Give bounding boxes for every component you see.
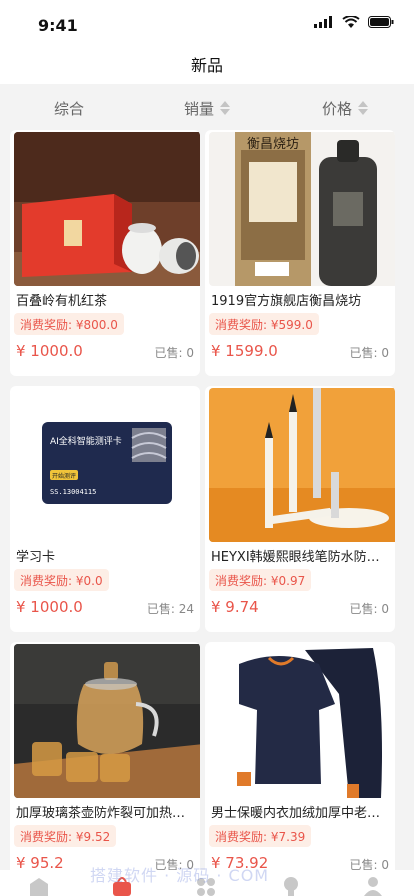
product-image: 衡昌烧坊 [209, 132, 395, 286]
card-image-btn: 开始测评 [52, 472, 76, 480]
product-title: 加厚玻璃茶壶防炸裂可加热茶… [16, 806, 194, 821]
lightbulb-icon[interactable] [280, 876, 302, 896]
reward-badge: 消费奖励: ¥800.0 [14, 313, 124, 335]
product-title: 百叠岭有机红茶 [16, 294, 108, 309]
status-time: 9:41 [38, 16, 78, 35]
sold-count: 已售: 24 [146, 602, 194, 616]
product-card[interactable]: 百叠岭有机红茶 消费奖励: ¥800.0 ¥ 1000.0 已售: 0 [10, 130, 200, 376]
reward-badge: 消费奖励: ¥0.97 [209, 569, 312, 591]
battery-icon [368, 16, 394, 28]
product-card[interactable]: 加厚玻璃茶壶防炸裂可加热茶… 消费奖励: ¥9.52 ¥ 95.2 已售: 0 [10, 642, 200, 888]
reward-badge: 消费奖励: ¥599.0 [209, 313, 319, 335]
sort-price[interactable]: 价格 [276, 84, 414, 132]
product-price: ¥ 9.74 [211, 598, 259, 616]
nav-bar: 新品 [0, 44, 414, 84]
sort-sales[interactable]: 销量 [138, 84, 276, 132]
card-image-title: AI全科智能测评卡 [50, 435, 122, 447]
sort-label: 销量 [183, 99, 214, 118]
product-label-text: 衡昌烧坊 [247, 137, 299, 152]
status-bar: 9:41 [0, 0, 414, 44]
sort-arrows-icon [220, 101, 230, 115]
product-title: 学习卡 [16, 550, 56, 565]
sold-count: 已售: 0 [154, 346, 195, 360]
product-title: HEYXI韩媛熙眼线笔防水防汗… [211, 550, 389, 565]
product-image: AI全科智能测评卡 开始测评 SS.13004115 [14, 388, 200, 542]
sold-count: 已售: 0 [349, 602, 390, 616]
reward-badge: 消费奖励: ¥7.39 [209, 825, 312, 847]
product-price: ¥ 1000.0 [16, 342, 83, 360]
sort-comprehensive[interactable]: 综合 [0, 84, 138, 132]
reward-badge: 消费奖励: ¥0.0 [14, 569, 109, 591]
product-card[interactable]: AI全科智能测评卡 开始测评 SS.13004115 学习卡 消费奖励: ¥0.… [10, 386, 200, 632]
wifi-icon [342, 16, 360, 28]
sold-count: 已售: 0 [349, 346, 390, 360]
product-title: 男士保暖内衣加绒加厚中老年… [211, 806, 389, 821]
product-price: ¥ 1599.0 [211, 342, 278, 360]
product-image [209, 644, 395, 798]
home-icon[interactable] [28, 876, 50, 896]
reward-badge: 消费奖励: ¥9.52 [14, 825, 117, 847]
product-image [14, 644, 200, 798]
sort-label: 价格 [321, 99, 352, 118]
sort-label: 综合 [53, 99, 84, 118]
sort-arrows-icon [358, 101, 368, 115]
card-image-number: SS.13004115 [50, 488, 96, 496]
product-card[interactable]: 衡昌烧坊 1919官方旗舰店衡昌烧坊 消费奖励: ¥599.0 ¥ 1599.0… [205, 130, 395, 376]
product-image [209, 388, 395, 542]
product-title: 1919官方旗舰店衡昌烧坊 [211, 294, 362, 309]
status-icons [314, 16, 394, 28]
user-icon[interactable] [362, 876, 384, 896]
product-card[interactable]: HEYXI韩媛熙眼线笔防水防汗… 消费奖励: ¥0.97 ¥ 9.74 已售: … [205, 386, 395, 632]
product-grid: 百叠岭有机红茶 消费奖励: ¥800.0 ¥ 1000.0 已售: 0 衡昌烧坊… [10, 130, 404, 888]
product-card[interactable]: 男士保暖内衣加绒加厚中老年… 消费奖励: ¥7.39 ¥ 73.92 已售: 0 [205, 642, 395, 888]
product-image [14, 132, 200, 286]
page-title: 新品 [190, 56, 223, 75]
signal-icon [314, 16, 332, 28]
watermark: 搭建软件 · 源码 · COM [90, 866, 270, 885]
product-price: ¥ 1000.0 [16, 598, 83, 616]
sort-bar: 综合 销量 价格 [0, 84, 414, 132]
